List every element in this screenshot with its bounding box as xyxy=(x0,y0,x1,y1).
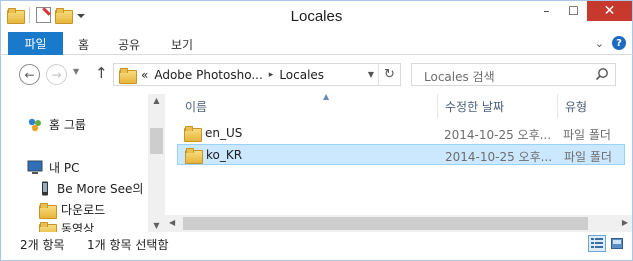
scroll-down-icon[interactable]: ▼ xyxy=(148,221,165,230)
close-button[interactable]: ✕ xyxy=(587,1,632,21)
homegroup-icon xyxy=(28,118,41,131)
column-divider[interactable] xyxy=(437,94,438,118)
nav-item-label: 다운로드 xyxy=(61,203,106,217)
scroll-thumb[interactable] xyxy=(150,128,163,154)
title-bar: Locales – ☐ ✕ xyxy=(0,0,633,31)
ribbon: 파일 홈 공유 보기 ⌄ ? xyxy=(0,31,633,55)
address-dropdown-icon[interactable]: ▼ xyxy=(368,70,374,79)
breadcrumb-overflow[interactable]: « xyxy=(141,68,148,82)
details-view-icon xyxy=(591,238,603,248)
help-icon[interactable]: ? xyxy=(612,36,626,50)
expand-ribbon-icon[interactable]: ⌄ xyxy=(595,37,604,50)
tab-file[interactable]: 파일 xyxy=(8,32,63,55)
scroll-up-icon[interactable]: ▲ xyxy=(148,96,165,105)
breadcrumb-current[interactable]: Locales xyxy=(279,68,324,82)
view-switcher xyxy=(588,235,626,252)
table-row[interactable]: ko_KR 2014-10-25 오후... 파일 폴더 xyxy=(177,144,625,165)
horizontal-scrollbar[interactable]: ◀ ▶ xyxy=(165,215,632,232)
nav-item-downloads[interactable]: 다운로드 xyxy=(39,201,106,219)
column-header-label: 이름 xyxy=(185,99,208,114)
file-type: 파일 폴더 xyxy=(564,150,612,164)
details-view-button[interactable] xyxy=(588,235,606,252)
tab-share[interactable]: 공유 xyxy=(118,36,140,53)
content-area: 홈 그룹 내 PC Be More See의 G 다운로드 동영상 ▲ ▼ 이름… xyxy=(0,92,633,232)
file-name: ko_KR xyxy=(206,148,243,162)
videos-folder-icon xyxy=(39,221,57,232)
tab-view[interactable]: 보기 xyxy=(171,36,193,53)
scroll-thumb[interactable] xyxy=(183,217,588,230)
column-header-type[interactable]: 유형 xyxy=(565,94,625,118)
large-icons-view-icon xyxy=(611,238,623,249)
nav-item-homegroup[interactable]: 홈 그룹 xyxy=(27,116,86,133)
column-header-label: 유형 xyxy=(565,99,588,114)
phone-icon xyxy=(42,181,48,196)
computer-icon xyxy=(27,160,43,174)
ribbon-controls: ⌄ ? xyxy=(595,36,626,50)
nav-item-device[interactable]: Be More See의 G xyxy=(39,180,148,197)
forward-button[interactable]: → xyxy=(46,64,67,85)
window-controls: – ☐ ✕ xyxy=(533,1,632,21)
search-icon[interactable] xyxy=(595,67,609,81)
file-list: 이름 ▲ 수정한 날짜 유형 en_US 2014-10-25 오후... 파일… xyxy=(165,92,632,232)
nav-item-label: 동영상 xyxy=(61,222,95,232)
back-button[interactable]: ← xyxy=(19,64,40,85)
column-divider[interactable] xyxy=(557,94,558,118)
folder-icon xyxy=(185,148,203,164)
column-header-name[interactable]: 이름 ▲ xyxy=(185,92,435,118)
file-type: 파일 폴더 xyxy=(563,128,611,142)
navpane-scrollbar[interactable]: ▲ ▼ xyxy=(148,94,165,232)
tab-home[interactable]: 홈 xyxy=(78,36,89,53)
table-row[interactable]: en_US 2014-10-25 오후... 파일 폴더 xyxy=(177,123,625,144)
large-icons-view-button[interactable] xyxy=(608,235,626,252)
scroll-left-icon[interactable]: ◀ xyxy=(169,218,175,227)
maximize-button[interactable]: ☐ xyxy=(560,1,587,21)
sort-ascending-icon: ▲ xyxy=(323,92,330,101)
scroll-right-icon[interactable]: ▶ xyxy=(622,218,628,227)
nav-item-this-pc[interactable]: 내 PC xyxy=(27,159,79,176)
breadcrumb-separator-icon[interactable]: ▸ xyxy=(269,70,274,80)
search-box[interactable]: Locales 검색 xyxy=(411,63,616,86)
navigation-bar: ← → ▼ ↑ « Adobe Photosho... ▸ Locales ▼ … xyxy=(0,55,633,94)
nav-item-label: 홈 그룹 xyxy=(49,118,86,132)
column-header-label: 수정한 날짜 xyxy=(445,99,505,114)
selection-count: 1개 항목 선택함 xyxy=(87,238,169,252)
navigation-pane: 홈 그룹 내 PC Be More See의 G 다운로드 동영상 xyxy=(1,94,148,232)
search-placeholder: Locales 검색 xyxy=(424,70,495,84)
status-bar: 2개 항목 1개 항목 선택함 xyxy=(0,232,633,261)
item-count: 2개 항목 xyxy=(20,238,65,252)
nav-item-label: Be More See의 G xyxy=(57,182,148,196)
folder-icon xyxy=(184,126,202,142)
recent-locations-icon[interactable]: ▼ xyxy=(73,67,79,76)
address-bar[interactable]: « Adobe Photosho... ▸ Locales ▼ ↻ xyxy=(113,63,401,86)
file-date: 2014-10-25 오후... xyxy=(445,150,553,164)
nav-item-videos[interactable]: 동영상 xyxy=(39,220,94,232)
file-name: en_US xyxy=(205,126,243,140)
minimize-button[interactable]: – xyxy=(533,1,560,21)
refresh-icon[interactable]: ↻ xyxy=(378,64,400,85)
breadcrumb-parent[interactable]: Adobe Photosho... xyxy=(154,68,262,82)
downloads-folder-icon xyxy=(39,202,57,219)
folder-icon xyxy=(119,67,137,84)
up-button[interactable]: ↑ xyxy=(95,64,108,82)
file-date: 2014-10-25 오후... xyxy=(444,128,552,142)
column-header-date[interactable]: 수정한 날짜 xyxy=(445,94,555,118)
nav-item-label: 내 PC xyxy=(49,161,80,175)
